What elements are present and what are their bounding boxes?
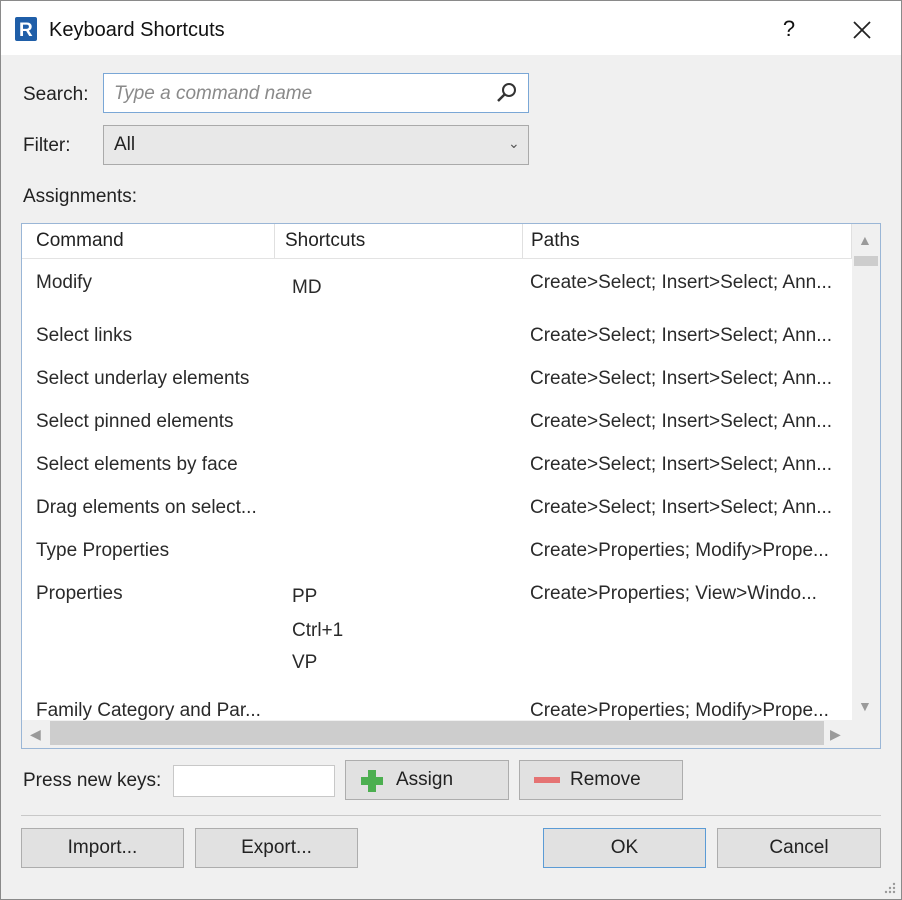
- horizontal-scroll-thumb[interactable]: [50, 721, 824, 745]
- row-command[interactable]: Properties: [36, 583, 123, 605]
- title-bar: R Keyboard Shortcuts ?: [1, 1, 901, 55]
- search-field[interactable]: [103, 73, 529, 113]
- plus-icon: [361, 770, 383, 792]
- scroll-up-icon[interactable]: ▲: [858, 232, 872, 248]
- ok-button[interactable]: OK: [543, 828, 706, 868]
- row-command[interactable]: Select pinned elements: [36, 411, 234, 433]
- column-header-paths[interactable]: Paths: [523, 224, 852, 258]
- minus-icon: [534, 777, 560, 783]
- chevron-down-icon: ⌄: [508, 135, 520, 151]
- header-divider: [22, 258, 852, 259]
- resize-grip-icon[interactable]: [881, 879, 897, 895]
- scroll-down-icon[interactable]: ▼: [858, 698, 872, 714]
- cancel-button[interactable]: Cancel: [717, 828, 881, 868]
- row-paths[interactable]: Create>Select; Insert>Select; Ann...: [530, 272, 832, 294]
- row-command[interactable]: Type Properties: [36, 540, 169, 562]
- row-shortcut[interactable]: Ctrl+1: [292, 620, 343, 642]
- assignments-label: Assignments:: [23, 186, 138, 207]
- search-label: Search:: [23, 84, 89, 105]
- close-icon[interactable]: [841, 13, 881, 45]
- row-shortcut[interactable]: MD: [292, 277, 322, 299]
- press-new-keys-label: Press new keys:: [23, 770, 162, 791]
- row-paths[interactable]: Create>Select; Insert>Select; Ann...: [530, 325, 832, 347]
- import-button[interactable]: Import...: [21, 828, 184, 868]
- filter-label: Filter:: [23, 135, 71, 156]
- search-input[interactable]: [112, 80, 486, 108]
- scroll-right-icon[interactable]: ▶: [830, 726, 841, 743]
- row-paths[interactable]: Create>Select; Insert>Select; Ann...: [530, 411, 832, 433]
- keyboard-shortcuts-dialog: R Keyboard Shortcuts ? Search: Filter: A…: [0, 0, 902, 900]
- search-icon[interactable]: [495, 81, 519, 105]
- row-paths[interactable]: Create>Properties; View>Windo...: [530, 583, 817, 605]
- row-paths[interactable]: Create>Properties; Modify>Prope...: [530, 540, 829, 562]
- row-command[interactable]: Select links: [36, 325, 132, 347]
- vertical-scroll-thumb[interactable]: [854, 256, 878, 266]
- help-button[interactable]: ?: [769, 13, 809, 45]
- row-paths[interactable]: Create>Properties; Modify>Prope...: [530, 700, 829, 722]
- assign-button[interactable]: Assign: [345, 760, 509, 800]
- filter-dropdown[interactable]: All ⌄: [103, 125, 529, 165]
- assignments-table[interactable]: Command Shortcuts Paths Modify MD Create…: [21, 223, 881, 749]
- column-header-command[interactable]: Command: [22, 224, 275, 258]
- press-new-keys-input[interactable]: [173, 765, 335, 797]
- filter-value: All: [114, 134, 136, 155]
- row-shortcut[interactable]: PP: [292, 586, 317, 608]
- row-command[interactable]: Drag elements on select...: [36, 497, 257, 519]
- column-header-shortcuts[interactable]: Shortcuts: [275, 224, 523, 258]
- row-shortcut[interactable]: VP: [292, 652, 317, 674]
- row-command[interactable]: Select underlay elements: [36, 368, 249, 390]
- revit-logo-icon: R: [15, 17, 37, 41]
- row-command[interactable]: Select elements by face: [36, 454, 238, 476]
- vertical-scrollbar[interactable]: [852, 224, 880, 720]
- assign-label: Assign: [396, 769, 454, 790]
- svg-text:R: R: [19, 20, 33, 41]
- row-command[interactable]: Modify: [36, 272, 92, 294]
- dialog-title: Keyboard Shortcuts: [49, 19, 225, 41]
- row-paths[interactable]: Create>Select; Insert>Select; Ann...: [530, 454, 832, 476]
- export-button[interactable]: Export...: [195, 828, 358, 868]
- divider: [21, 815, 881, 816]
- remove-button[interactable]: Remove: [519, 760, 683, 800]
- row-paths[interactable]: Create>Select; Insert>Select; Ann...: [530, 497, 832, 519]
- row-command[interactable]: Family Category and Par...: [36, 700, 261, 722]
- row-paths[interactable]: Create>Select; Insert>Select; Ann...: [530, 368, 832, 390]
- remove-label: Remove: [570, 769, 641, 790]
- scroll-left-icon[interactable]: ◀: [30, 726, 41, 743]
